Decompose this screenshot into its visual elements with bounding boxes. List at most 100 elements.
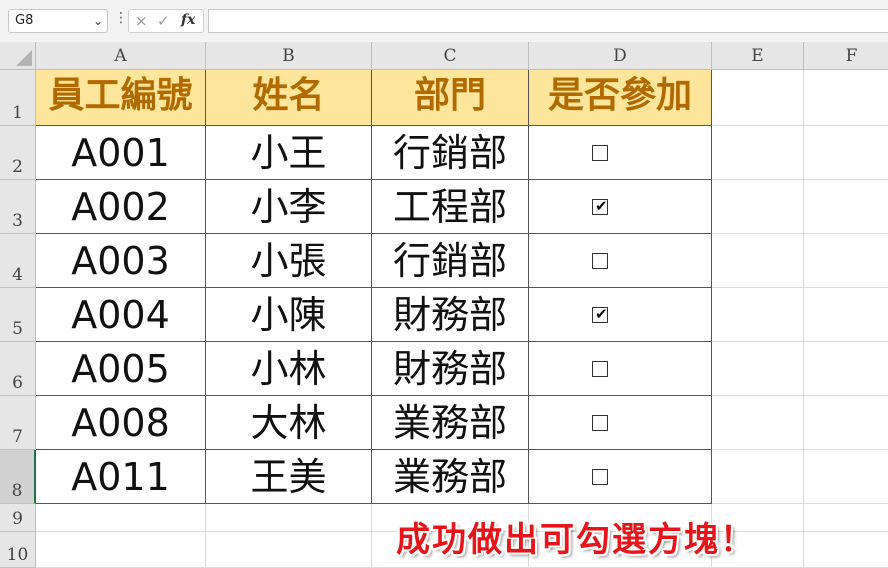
row-number: 7 <box>12 427 23 447</box>
formula-input[interactable] <box>208 9 888 33</box>
table-cell-name[interactable]: 小張 <box>206 234 372 288</box>
checkbox-unchecked[interactable] <box>592 415 608 431</box>
enter-icon[interactable]: ✓ <box>157 12 170 30</box>
row-number: 2 <box>12 157 23 177</box>
table-cell-id[interactable]: A002 <box>36 180 206 234</box>
cell-e8[interactable] <box>712 450 804 504</box>
insert-function-icon[interactable]: fx <box>181 12 195 28</box>
cell-b10[interactable] <box>206 532 372 568</box>
cell-a9[interactable] <box>36 504 206 532</box>
cell-b9[interactable] <box>206 504 372 532</box>
checkbox-unchecked[interactable] <box>592 469 608 485</box>
row-header-6[interactable]: 6 <box>0 342 36 396</box>
table-cell-id[interactable]: A005 <box>36 342 206 396</box>
table-cell-dept[interactable]: 工程部 <box>372 180 529 234</box>
table-cell-name[interactable]: 小林 <box>206 342 372 396</box>
cell-f9[interactable] <box>804 504 888 532</box>
table-header-cell[interactable]: 姓名 <box>206 70 372 126</box>
row-number: 6 <box>12 373 23 393</box>
table-cell-name[interactable]: 小陳 <box>206 288 372 342</box>
row-header-5[interactable]: 5 <box>0 288 36 342</box>
row-number: 8 <box>11 481 23 501</box>
column-header-c[interactable]: C <box>372 42 529 70</box>
select-all-icon <box>16 50 32 66</box>
table-cell-id[interactable]: A001 <box>36 126 206 180</box>
cell-f3[interactable] <box>804 180 888 234</box>
cell-e1[interactable] <box>712 70 804 126</box>
table-cell-checkbox: ✔ <box>529 180 712 234</box>
row-header-2[interactable]: 2 <box>0 126 36 180</box>
row-header-9[interactable]: 9 <box>0 504 36 532</box>
row-number: 9 <box>12 509 23 529</box>
cell-e5[interactable] <box>712 288 804 342</box>
more-options-icon[interactable]: ⋮ <box>114 10 128 26</box>
check-icon: ✔ <box>595 305 608 323</box>
cancel-icon[interactable]: × <box>135 12 148 30</box>
table-cell-name[interactable]: 大林 <box>206 396 372 450</box>
table-cell-dept[interactable]: 行銷部 <box>372 126 529 180</box>
row-header-8[interactable]: 8 <box>0 450 36 504</box>
table-cell-id[interactable]: A008 <box>36 396 206 450</box>
row-header-1[interactable]: 1 <box>0 70 36 126</box>
row-number: 4 <box>12 265 23 285</box>
select-all-corner[interactable] <box>0 42 36 70</box>
table-cell-id[interactable]: A003 <box>36 234 206 288</box>
column-header-b[interactable]: B <box>206 42 372 70</box>
table-cell-dept[interactable]: 財務部 <box>372 342 529 396</box>
row-number: 5 <box>12 319 23 339</box>
table-cell-checkbox <box>529 234 712 288</box>
row-number: 3 <box>12 211 23 231</box>
table-header-cell[interactable]: 員工編號 <box>36 70 206 126</box>
row-header-10[interactable]: 10 <box>0 532 36 568</box>
cell-e3[interactable] <box>712 180 804 234</box>
cell-f6[interactable] <box>804 342 888 396</box>
column-header-f[interactable]: F <box>804 42 888 70</box>
chevron-down-icon[interactable]: ⌄ <box>93 10 103 32</box>
cell-f7[interactable] <box>804 396 888 450</box>
cell-f4[interactable] <box>804 234 888 288</box>
table-cell-checkbox <box>529 126 712 180</box>
cell-e6[interactable] <box>712 342 804 396</box>
cell-e2[interactable] <box>712 126 804 180</box>
table-cell-checkbox <box>529 342 712 396</box>
table-cell-name[interactable]: 小王 <box>206 126 372 180</box>
check-icon: ✔ <box>595 197 608 215</box>
name-box-value: G8 <box>15 13 34 28</box>
cell-e4[interactable] <box>712 234 804 288</box>
row-number: 10 <box>6 545 29 565</box>
row-header-7[interactable]: 7 <box>0 396 36 450</box>
checkbox-checked[interactable]: ✔ <box>592 197 608 215</box>
formula-bar: G8 ⌄ ⋮ × ✓ fx <box>0 0 888 43</box>
table-cell-name[interactable]: 小李 <box>206 180 372 234</box>
cell-a10[interactable] <box>36 532 206 568</box>
table-cell-id[interactable]: A011 <box>36 450 206 504</box>
column-header-d[interactable]: D <box>529 42 712 70</box>
cell-f10[interactable] <box>804 532 888 568</box>
table-cell-checkbox: ✔ <box>529 288 712 342</box>
table-header-cell[interactable]: 是否參加 <box>529 70 712 126</box>
table-cell-dept[interactable]: 財務部 <box>372 288 529 342</box>
cell-f5[interactable] <box>804 288 888 342</box>
table-cell-checkbox <box>529 396 712 450</box>
success-banner: 成功做出可勾選方塊！ <box>396 520 756 560</box>
cell-e7[interactable] <box>712 396 804 450</box>
row-header-4[interactable]: 4 <box>0 234 36 288</box>
checkbox-unchecked[interactable] <box>592 361 608 377</box>
row-header-3[interactable]: 3 <box>0 180 36 234</box>
column-header-a[interactable]: A <box>36 42 206 70</box>
table-cell-name[interactable]: 王美 <box>206 450 372 504</box>
cell-f8[interactable] <box>804 450 888 504</box>
checkbox-checked[interactable]: ✔ <box>592 305 608 323</box>
name-box[interactable]: G8 ⌄ <box>8 9 108 33</box>
cell-f1[interactable] <box>804 70 888 126</box>
cell-f2[interactable] <box>804 126 888 180</box>
table-header-cell[interactable]: 部門 <box>372 70 529 126</box>
table-cell-dept[interactable]: 行銷部 <box>372 234 529 288</box>
column-header-e[interactable]: E <box>712 42 804 70</box>
table-cell-dept[interactable]: 業務部 <box>372 396 529 450</box>
row-number: 1 <box>12 103 23 123</box>
checkbox-unchecked[interactable] <box>592 253 608 269</box>
checkbox-unchecked[interactable] <box>592 145 608 161</box>
table-cell-id[interactable]: A004 <box>36 288 206 342</box>
table-cell-dept[interactable]: 業務部 <box>372 450 529 504</box>
